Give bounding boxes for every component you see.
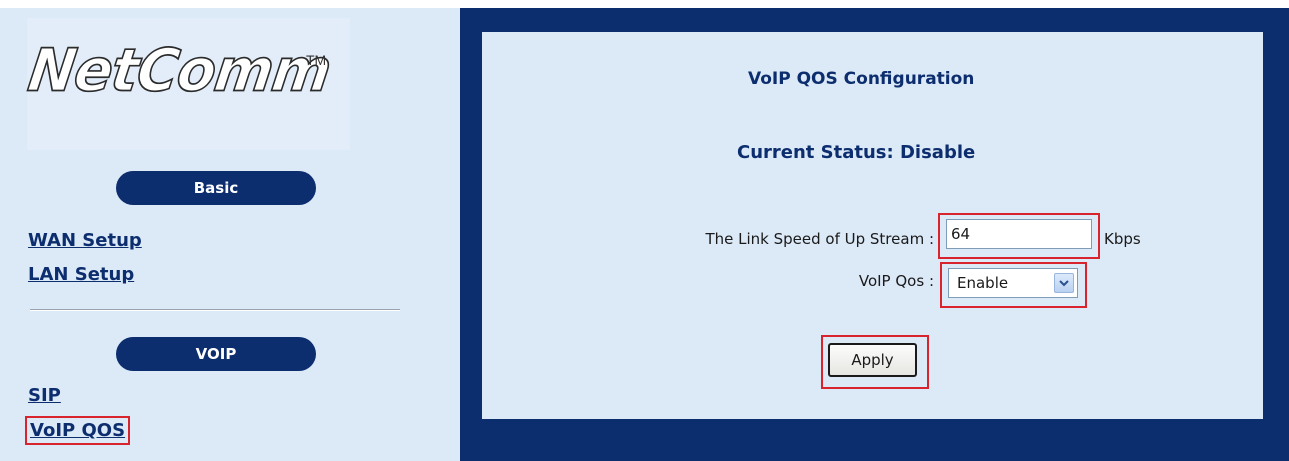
sidebar-divider — [30, 309, 400, 311]
nav-link-wan-setup[interactable]: WAN Setup — [28, 230, 142, 252]
current-status-text: Current Status: Disable — [737, 142, 976, 163]
trademark-mark: TM — [306, 52, 327, 68]
section-header-basic: Basic — [116, 171, 316, 205]
page-title: VoIP QOS Configuration — [748, 69, 975, 89]
link-speed-unit: Kbps — [1104, 230, 1141, 248]
section-header-voip: VOIP — [116, 337, 316, 371]
link-speed-label: The Link Speed of Up Stream : — [705, 230, 934, 248]
top-strip — [0, 0, 1289, 8]
chevron-down-icon[interactable] — [1054, 273, 1074, 293]
voip-qos-label: VoIP Qos : — [858, 272, 934, 290]
voip-qos-selected-value: Enable — [957, 274, 1009, 292]
voip-qos-select[interactable]: Enable — [948, 268, 1078, 298]
brand-logo-text: NetComm — [23, 36, 335, 106]
nav-link-voip-qos[interactable]: VoIP QOS — [25, 416, 131, 445]
apply-button[interactable]: Apply — [828, 343, 917, 377]
nav-link-sip[interactable]: SIP — [28, 385, 61, 407]
link-speed-input[interactable] — [946, 219, 1092, 249]
nav-link-lan-setup[interactable]: LAN Setup — [28, 264, 134, 286]
